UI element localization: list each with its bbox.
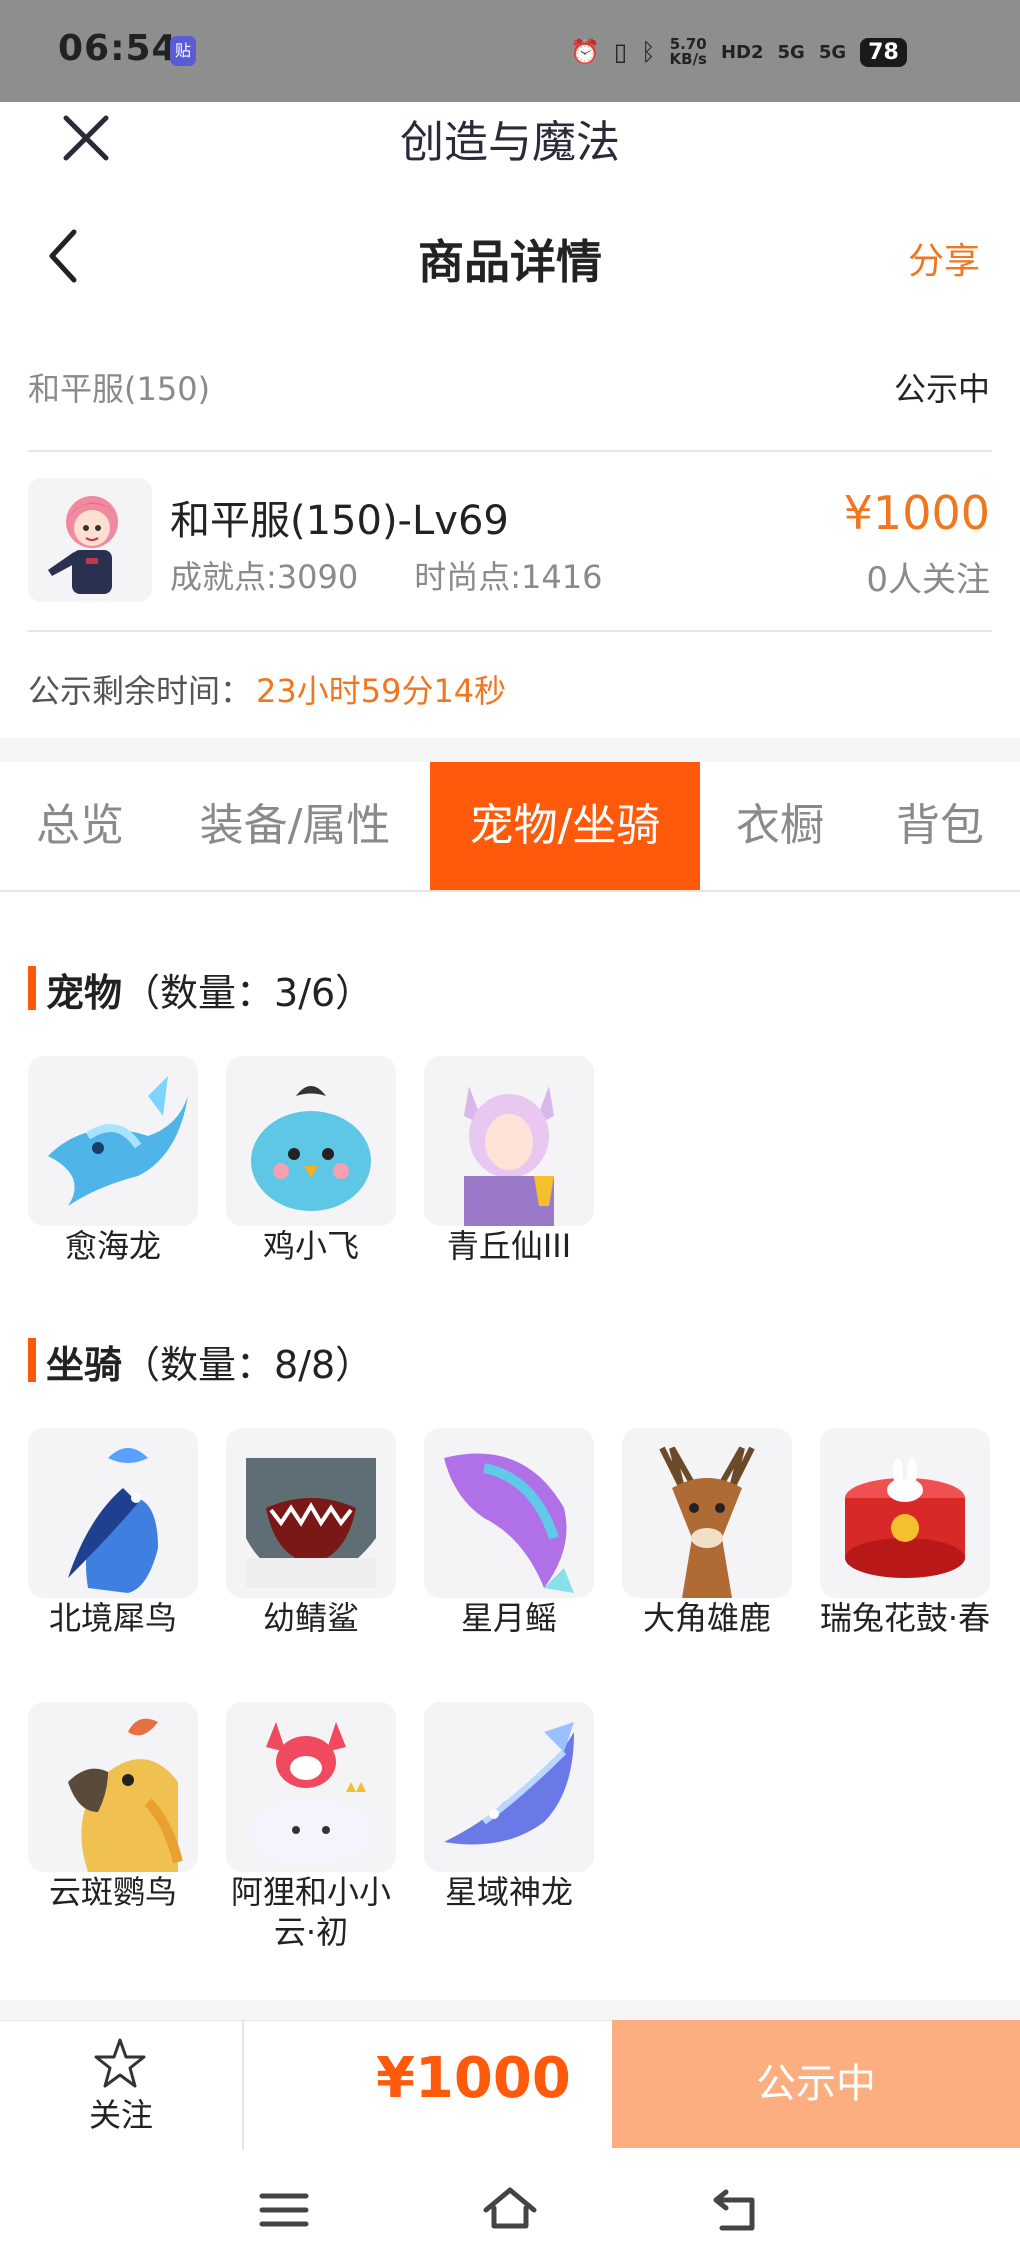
pet-name: 青丘仙III: [446, 1227, 572, 1265]
hd-indicator: HD2: [720, 41, 764, 63]
app-title: 创造与魔法: [400, 117, 620, 168]
status-time: 06:54: [58, 28, 178, 69]
ali-cloud-icon[interactable]: [226, 1702, 396, 1872]
signal-2-icon: 5G: [818, 41, 847, 63]
section-gap: [0, 738, 1020, 762]
divider: [242, 2020, 244, 2150]
home-icon[interactable]: [482, 2182, 538, 2238]
signal-1-icon: 5G: [777, 41, 805, 63]
divider: [28, 630, 992, 632]
tab-wardrobe[interactable]: 衣橱: [720, 762, 840, 890]
pet-name: 鸡小飞: [262, 1227, 359, 1265]
section-marker: [28, 1338, 36, 1382]
menu-icon[interactable]: [256, 2182, 312, 2238]
mounts-section-title: 坐骑（数量：8/8）: [46, 1343, 374, 1387]
shark-icon[interactable]: [226, 1428, 396, 1598]
back-icon[interactable]: [708, 2182, 764, 2238]
achievement-points: 成就点:3090: [170, 558, 359, 596]
star-icon[interactable]: [92, 2036, 148, 2092]
divider: [28, 450, 992, 452]
remaining-time-label: 公示剩余时间：: [28, 672, 253, 710]
star-dragon-icon[interactable]: [424, 1702, 594, 1872]
battery-icon: 78: [860, 37, 907, 67]
tab-backpack[interactable]: 背包: [880, 762, 1000, 890]
mount-name: 幼鲭鲨: [262, 1599, 359, 1637]
listing-status: 公示中: [893, 370, 990, 408]
section-gap: [0, 2000, 1020, 2020]
sea-dragon-icon[interactable]: [28, 1056, 198, 1226]
bluetooth-icon: ᛒ: [641, 38, 656, 66]
follower-count: 0人关注: [866, 560, 990, 600]
blue-chick-icon[interactable]: [226, 1056, 396, 1226]
hornbill-icon[interactable]: [28, 1428, 198, 1598]
status-icons: ⏰ ▯ ᛒ 5.70 KB/s HD2 5G 5G 78: [570, 30, 907, 74]
section-marker: [28, 966, 36, 1010]
ray-icon[interactable]: [424, 1428, 594, 1598]
share-button[interactable]: 分享: [908, 232, 980, 284]
mount-name: 瑞兔花鼓·春: [819, 1599, 991, 1637]
listing-stats: 成就点:3090 时尚点:1416: [170, 552, 602, 598]
app-notification-icon: 贴: [170, 36, 196, 66]
rabbit-drum-icon[interactable]: [820, 1428, 990, 1598]
listing-name: 和平服(150)-Lv69: [170, 498, 509, 544]
character-avatar: [28, 478, 152, 602]
mount-name: 大角雄鹿: [642, 1599, 771, 1637]
bottom-price: ¥1000: [376, 2046, 571, 2111]
tab-equipment[interactable]: 装备/属性: [180, 762, 410, 890]
tab-pets-mounts[interactable]: 宠物/坐骑: [430, 762, 700, 890]
vibrate-icon: ▯: [613, 38, 628, 66]
mount-name: 阿狸和小小云·初: [230, 1873, 391, 1951]
close-icon[interactable]: [58, 110, 114, 166]
tab-bar: 总览 装备/属性 宠物/坐骑 衣橱 背包: [0, 762, 1020, 892]
listing-price: ¥1000: [843, 486, 990, 540]
pets-section-title: 宠物（数量：3/6）: [46, 971, 374, 1015]
mount-name: 星域神龙: [444, 1873, 573, 1911]
pet-name: 愈海龙: [64, 1227, 161, 1265]
fox-fairy-icon[interactable]: [424, 1056, 594, 1226]
mount-name: 云斑鹦鸟: [48, 1873, 177, 1911]
server-label: 和平服(150): [28, 370, 211, 408]
remaining-time-value: 23小时59分14秒: [256, 672, 507, 710]
back-arrow-icon[interactable]: [40, 226, 90, 286]
publicity-status-button[interactable]: 公示中: [612, 2020, 1020, 2148]
page-title: 商品详情: [418, 235, 602, 289]
mount-name: 星月鳐: [460, 1599, 557, 1637]
fashion-points: 时尚点:1416: [414, 558, 603, 596]
parrot-icon[interactable]: [28, 1702, 198, 1872]
tab-overview[interactable]: 总览: [10, 762, 150, 890]
follow-button[interactable]: 关注: [0, 2090, 242, 2136]
alarm-icon: ⏰: [570, 38, 600, 66]
mount-name: 北境犀鸟: [48, 1599, 177, 1637]
stag-icon[interactable]: [622, 1428, 792, 1598]
network-speed: 5.70 KB/s: [669, 35, 707, 68]
